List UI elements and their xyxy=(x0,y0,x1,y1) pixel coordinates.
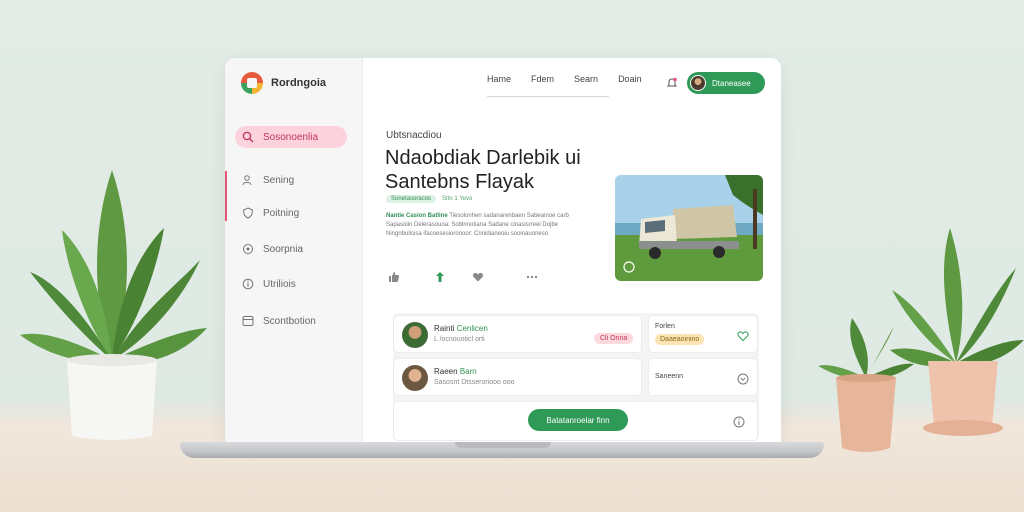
arrow-up-icon[interactable] xyxy=(434,270,446,282)
sidebar-item-5[interactable]: Scontbotion xyxy=(235,310,347,332)
laptop-screen: Rordngoia Sosonoenlia Sening Poitning So… xyxy=(225,58,781,442)
target-icon xyxy=(242,243,254,255)
sidebar-item-4[interactable]: Utriliois xyxy=(235,273,347,295)
laptop-notch xyxy=(455,442,551,448)
row-name: Raeen Barn xyxy=(434,367,477,376)
headline-line-1: Ndaobdiak Darlebik ui xyxy=(385,147,581,169)
sidebar-item-3[interactable]: Soorpnia xyxy=(235,238,347,260)
row-subtitle: L /ocnouoticl orti xyxy=(434,336,485,343)
app-logo[interactable]: Rordngoia xyxy=(241,72,326,94)
heart-icon[interactable] xyxy=(472,270,484,282)
top-nav: Hame Fdem Searn Doain xyxy=(487,74,642,84)
top-nav-underline xyxy=(487,96,609,97)
hero-headline: Ndaobdiak Darlebik ui Santebns Flayak xyxy=(385,146,615,194)
avatar xyxy=(690,75,706,91)
nav-link-3[interactable]: Doain xyxy=(618,74,642,84)
tag-badge: Sonetasoracos xyxy=(386,195,437,203)
nav-link-1[interactable]: Fdem xyxy=(531,74,554,84)
notification-bell-icon[interactable] xyxy=(666,76,678,88)
side-card-title: Forlen xyxy=(655,323,675,330)
avatar xyxy=(402,322,428,348)
hero-image xyxy=(615,175,763,281)
shield-icon xyxy=(242,207,254,219)
row-subtitle: Sasosnt Dtsseroriooo ooo xyxy=(434,379,515,386)
sidebar-accent-bar xyxy=(225,171,227,221)
desc-lead: Nantie Casion Batline xyxy=(386,213,448,219)
app-name: Rordngoia xyxy=(271,77,326,89)
side-card[interactable]: Forlen Daaeaoinino xyxy=(648,315,758,353)
row-name: Rainti Cenlicen xyxy=(434,324,488,333)
hero-tagline: Sonetasoracos Sttn 1 Yevo xyxy=(386,195,472,203)
sidebar-item-label: Utriliois xyxy=(263,278,296,290)
hero-kicker: Ubtsnacdiou xyxy=(386,130,442,141)
side-card[interactable]: Saneenn xyxy=(648,358,758,396)
sidebar-item-label: Sosonoenlia xyxy=(263,131,319,143)
headline-line-2: Santebns Flayak xyxy=(385,171,534,193)
hero-description: Nantie Casion Batline Tiesolonhen sadana… xyxy=(386,212,586,239)
info-icon[interactable] xyxy=(733,415,745,428)
sidebar-item-label: Scontbotion xyxy=(263,315,316,327)
sidebar-item-1[interactable]: Sening xyxy=(235,169,347,191)
nav-link-2[interactable]: Searn xyxy=(574,74,598,84)
profile-button[interactable]: Dtaneasee xyxy=(687,72,765,94)
heart-check-icon[interactable] xyxy=(737,329,749,342)
status-badge: Cli Onna xyxy=(594,333,634,344)
sidebar-item-label: Sening xyxy=(263,174,295,186)
layout-icon xyxy=(242,315,254,327)
plant-left xyxy=(12,160,212,442)
thumbs-up-icon[interactable] xyxy=(388,270,400,282)
nav-link-0[interactable]: Hame xyxy=(487,74,511,84)
sidebar-item-2[interactable]: Poitning xyxy=(235,202,347,224)
list-item[interactable]: Raeen Barn Sasosnt Dtsseroriooo ooo xyxy=(393,358,642,396)
primary-cta-button[interactable]: Batatanroelar finn xyxy=(528,409,628,431)
logo-icon xyxy=(241,72,263,94)
tag-meta: Sttn 1 Yevo xyxy=(442,196,473,202)
chevron-circle-icon[interactable] xyxy=(737,372,749,385)
users-icon xyxy=(242,174,254,186)
sidebar-item-0[interactable]: Sosonoenlia xyxy=(235,126,347,148)
sidebar-item-label: Soorpnia xyxy=(263,243,304,255)
info-icon xyxy=(242,278,254,290)
search-icon xyxy=(242,131,254,143)
sidebar: Rordngoia Sosonoenlia Sening Poitning So… xyxy=(225,58,363,442)
status-badge: Daaeaoinino xyxy=(655,334,705,345)
list-item[interactable]: Rainti Cenlicen L /ocnouoticl orti Cli O… xyxy=(393,315,642,353)
hero-actions xyxy=(388,270,548,284)
plant-right-large xyxy=(888,228,1024,442)
profile-name: Dtaneasee xyxy=(712,78,751,88)
avatar xyxy=(402,365,428,391)
more-icon[interactable] xyxy=(526,270,538,282)
sidebar-item-label: Poitning xyxy=(263,207,300,219)
side-card-title: Saneenn xyxy=(655,373,684,380)
